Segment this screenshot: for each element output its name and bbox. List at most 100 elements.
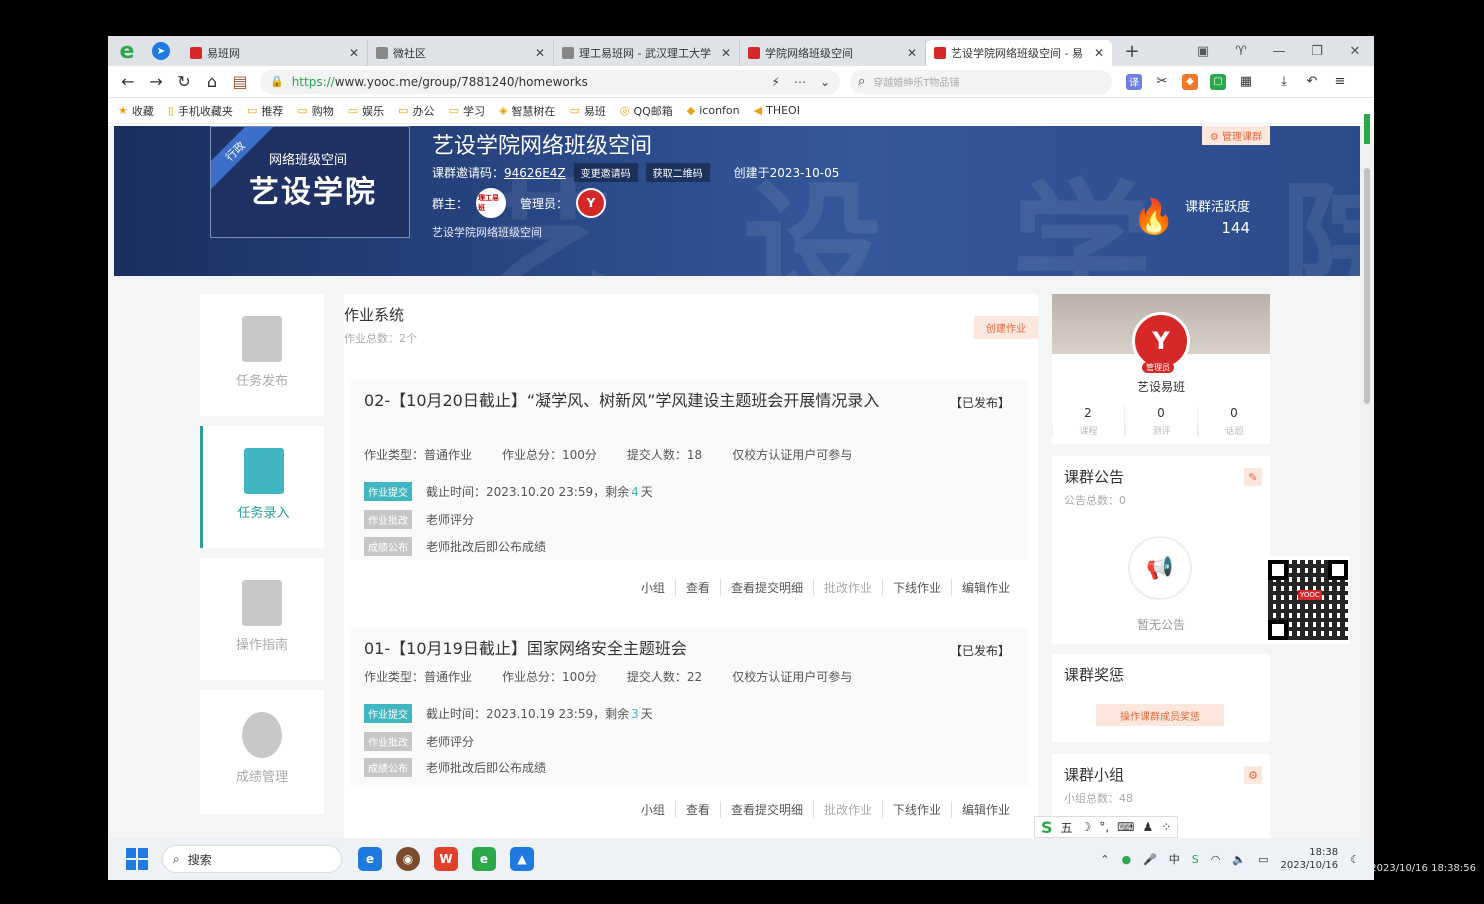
group-link[interactable]: 小组 — [631, 801, 675, 818]
offline-homework-link[interactable]: 下线作业 — [881, 579, 951, 596]
more-icon[interactable]: ⋯ — [794, 75, 806, 89]
search-input[interactable]: ⌕ 穿越婚绅乐T物品铺 — [850, 69, 1112, 94]
owner-avatar[interactable]: 理工易班 — [476, 188, 507, 218]
forward-icon[interactable]: → — [142, 72, 170, 91]
bookmark-item[interactable]: ◈ 智慧树在 — [499, 103, 555, 119]
translate-icon[interactable]: 译 — [1126, 73, 1142, 90]
view-submissions-link[interactable]: 查看提交明细 — [719, 801, 813, 818]
wifi-icon[interactable]: ◠ — [1211, 853, 1221, 866]
browser-tab[interactable]: 理工易班网 - 武汉理工大学 ✕ — [554, 40, 740, 66]
compass-icon[interactable]: ➤ — [152, 42, 170, 60]
start-button[interactable] — [126, 848, 148, 870]
view-link[interactable]: 查看 — [674, 579, 720, 596]
stat-tests[interactable]: 0 测评 — [1124, 406, 1197, 437]
undo-icon[interactable]: ↶ — [1304, 73, 1320, 90]
chevron-down-icon[interactable]: ⌄ — [820, 75, 830, 89]
browser-tab[interactable]: 学院网络班级空间 ✕ — [740, 40, 926, 66]
url-field[interactable]: 🔒 https://www.yooc.me/group/7881240/home… — [260, 69, 840, 94]
chevron-up-icon[interactable]: ⌃ — [1100, 853, 1109, 866]
change-code-button[interactable]: 变更邀请码 — [573, 163, 638, 182]
reload-icon[interactable]: ↻ — [170, 72, 198, 91]
browser-tab[interactable]: 易班网 ✕ — [182, 40, 368, 66]
bookmark-item[interactable]: ▭ 娱乐 — [348, 103, 384, 119]
scissors-icon[interactable]: ✂ — [1154, 73, 1170, 90]
restore-button[interactable]: ❐ — [1298, 44, 1336, 59]
app-avatar-icon[interactable]: ◉ — [396, 847, 420, 871]
back-icon[interactable]: ← — [114, 72, 142, 91]
edit-homework-link[interactable]: 编辑作业 — [950, 579, 1020, 596]
bookmark-item[interactable]: ◀ THEOI — [754, 104, 800, 117]
close-tab-icon[interactable]: ✕ — [907, 46, 917, 60]
bookmark-item[interactable]: ▭ 推荐 — [247, 103, 283, 119]
grade-homework-link[interactable]: 批改作业 — [812, 579, 882, 596]
menu-icon[interactable]: ≡ — [1332, 73, 1348, 90]
skin-icon[interactable]: ♈ — [1222, 44, 1260, 59]
tray-app-icon[interactable]: ● — [1121, 853, 1131, 866]
battery-icon[interactable]: ▭ — [1258, 853, 1268, 866]
get-qrcode-button[interactable]: 获取二维码 — [645, 163, 710, 182]
scrollbar-thumb[interactable] — [1364, 168, 1370, 404]
bookmark-item[interactable]: ▭ 易班 — [569, 103, 605, 119]
game-icon[interactable]: ◆ — [1182, 73, 1198, 90]
offline-homework-link[interactable]: 下线作业 — [881, 801, 951, 818]
bookmark-item[interactable]: ★ 收藏 — [118, 103, 154, 119]
punct-icon[interactable]: °, — [1099, 820, 1109, 834]
invite-code[interactable]: 94626E4Z — [504, 166, 566, 180]
admin-avatar[interactable]: Y — [576, 188, 607, 218]
apps-grid-icon[interactable]: ▦ — [1238, 73, 1254, 90]
bookmark-item[interactable]: ▭ 购物 — [297, 103, 333, 119]
nav-grade-manage[interactable]: 成绩管理 — [200, 690, 324, 814]
wps-icon[interactable]: W — [434, 847, 458, 871]
grid-icon[interactable]: ⁘ — [1161, 820, 1171, 834]
ime-mode[interactable]: 五 — [1061, 819, 1073, 836]
browser-tab[interactable]: 艺设学院网络班级空间 - 易 ✕ — [926, 40, 1112, 66]
grade-homework-link[interactable]: 批改作业 — [812, 801, 882, 818]
browser-logo-icon[interactable]: e — [114, 38, 140, 64]
taskbar-search[interactable]: ⌕ 搜索 — [162, 845, 342, 873]
nav-guide[interactable]: 操作指南 — [200, 558, 324, 680]
close-tab-icon[interactable]: ✕ — [1094, 46, 1104, 60]
nav-task-publish[interactable]: 任务发布 — [200, 294, 324, 416]
extension-icon[interactable]: ▢ — [1210, 73, 1226, 90]
gear-icon[interactable]: ⚙ — [1244, 766, 1262, 784]
sogou-tray-icon[interactable]: S — [1192, 853, 1199, 866]
ime-tray-icon[interactable]: 中 — [1169, 851, 1180, 867]
lightning-icon[interactable]: ⚡ — [772, 75, 780, 89]
clock[interactable]: 18:38 2023/10/16 — [1280, 846, 1338, 872]
toolbox-icon[interactable]: ▤ — [226, 72, 254, 91]
user-icon[interactable]: ♟ — [1142, 820, 1153, 834]
moon-icon[interactable]: ☽ — [1081, 820, 1092, 834]
bookmark-item[interactable]: ▭ 办公 — [398, 103, 434, 119]
edit-icon[interactable]: ✎ — [1244, 468, 1262, 486]
download-icon[interactable]: ⤓ — [1276, 73, 1292, 90]
bookmark-item[interactable]: ▭ 学习 — [449, 103, 485, 119]
edit-homework-link[interactable]: 编辑作业 — [950, 801, 1020, 818]
microphone-icon[interactable]: 🎤 — [1143, 853, 1157, 866]
notification-icon[interactable]: ☾ — [1350, 853, 1360, 866]
reward-button[interactable]: 操作课群成员奖惩 — [1096, 704, 1224, 726]
view-link[interactable]: 查看 — [674, 801, 720, 818]
close-tab-icon[interactable]: ✕ — [535, 46, 545, 60]
close-window-button[interactable]: ✕ — [1336, 44, 1374, 59]
bookmark-item[interactable]: ▯ 手机收藏夹 — [168, 103, 233, 119]
minimize-button[interactable]: — — [1260, 44, 1298, 59]
bookmark-item[interactable]: ◎ QQ邮箱 — [620, 103, 673, 119]
close-tab-icon[interactable]: ✕ — [349, 46, 359, 60]
stat-topics[interactable]: 0 话题 — [1197, 406, 1270, 437]
home-icon[interactable]: ⌂ — [198, 72, 226, 91]
page-scrollbar[interactable] — [1360, 114, 1374, 838]
view-submissions-link[interactable]: 查看提交明细 — [719, 579, 813, 596]
create-homework-button[interactable]: 创建作业 — [974, 316, 1038, 339]
new-tab-button[interactable]: + — [1120, 41, 1144, 62]
group-link[interactable]: 小组 — [631, 579, 675, 596]
tab-list-icon[interactable]: ▣ — [1184, 44, 1222, 59]
bookmark-item[interactable]: ◆ iconfon — [687, 104, 740, 117]
sogou-icon[interactable]: S — [1041, 818, 1053, 837]
nav-task-entry[interactable]: 任务录入 — [200, 426, 324, 548]
manage-group-button[interactable]: ⚙ 管理课群 — [1201, 126, 1270, 145]
edge-icon[interactable]: e — [358, 847, 382, 871]
homework-title[interactable]: 01-【10月19日截止】国家网络安全主题班会 — [364, 636, 934, 662]
browser-tab[interactable]: 微社区 ✕ — [368, 40, 554, 66]
photos-icon[interactable]: ▲ — [510, 847, 534, 871]
volume-icon[interactable]: 🔈 — [1232, 853, 1246, 866]
